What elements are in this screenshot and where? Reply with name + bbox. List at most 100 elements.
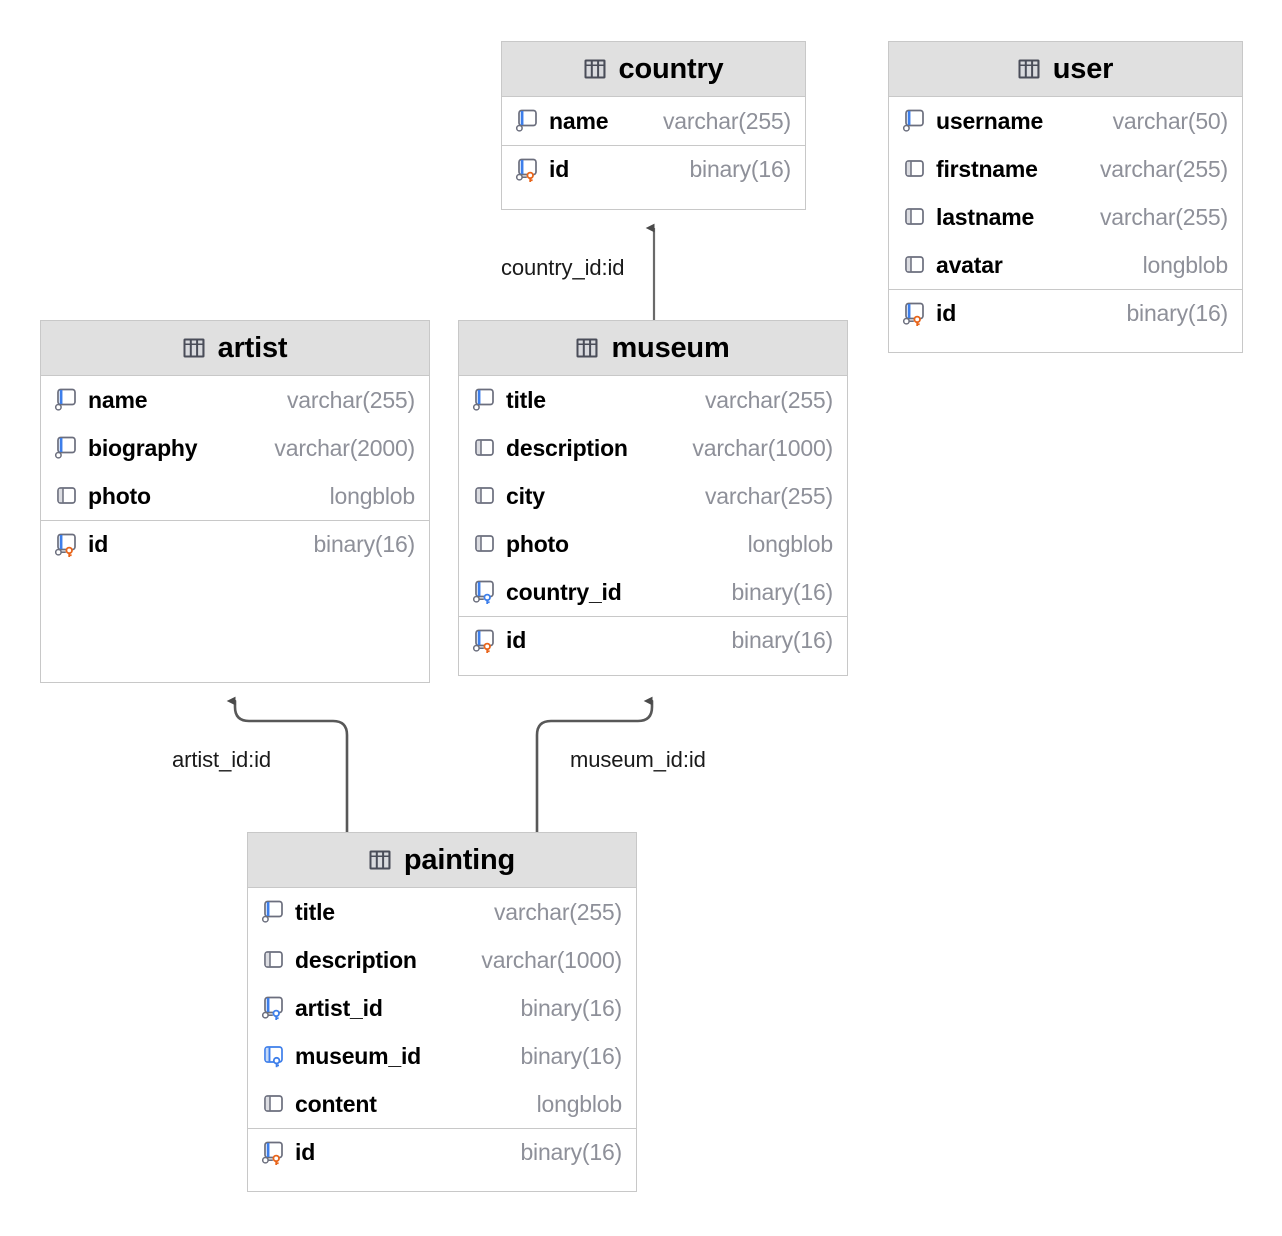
table-icon <box>1018 59 1040 79</box>
table-row[interactable]: firstname varchar(255) <box>889 145 1242 193</box>
column-type: binary(16) <box>731 578 833 605</box>
column-name: country_id <box>506 578 622 605</box>
table-row[interactable]: museum_id binary(16) <box>248 1032 636 1080</box>
table-row[interactable]: content longblob <box>248 1080 636 1128</box>
table-node-museum[interactable]: museum title varchar(255) description va… <box>458 320 848 676</box>
table-row[interactable]: title varchar(255) <box>459 376 847 424</box>
table-body-artist: name varchar(255) biography varchar(2000… <box>41 376 429 682</box>
table-row[interactable]: name varchar(255) <box>41 376 429 424</box>
column-name: artist_id <box>295 994 383 1021</box>
column-name: photo <box>506 530 569 557</box>
column-type: binary(16) <box>1126 300 1228 326</box>
er-diagram-canvas: country_id:id artist_id:id museum_id:id … <box>0 0 1282 1236</box>
table-icon <box>584 59 606 79</box>
table-header-artist[interactable]: artist <box>41 321 429 376</box>
table-row[interactable]: biography varchar(2000) <box>41 424 429 472</box>
column-type: longblob <box>747 530 834 557</box>
column-type: varchar(255) <box>705 386 833 413</box>
table-header-museum[interactable]: museum <box>459 321 847 376</box>
table-header-painting[interactable]: painting <box>248 833 636 888</box>
table-row[interactable]: title varchar(255) <box>248 888 636 936</box>
column-plain-icon <box>475 487 494 504</box>
table-row[interactable]: username varchar(50) <box>889 97 1242 145</box>
table-row[interactable]: avatar longblob <box>889 241 1242 289</box>
column-name: title <box>295 898 335 925</box>
edge-label-museum-id: museum_id:id <box>570 747 706 772</box>
table-row[interactable]: lastname varchar(255) <box>889 193 1242 241</box>
table-title: painting <box>403 843 516 876</box>
column-indexed-icon <box>472 388 494 411</box>
table-row[interactable]: id binary(16) <box>248 1128 636 1176</box>
table-row[interactable]: name varchar(255) <box>502 97 805 145</box>
column-type: binary(16) <box>689 156 791 182</box>
edge-label-artist-id: artist_id:id <box>172 747 272 772</box>
column-type: varchar(255) <box>663 107 791 134</box>
table-header-country[interactable]: country <box>502 42 805 97</box>
column-primary-key-icon <box>902 302 924 326</box>
table-row[interactable]: id binary(16) <box>41 520 429 568</box>
column-plain-icon <box>264 1095 283 1112</box>
table-body-painting: title varchar(255) description varchar(1… <box>248 888 636 1176</box>
column-type: longblob <box>329 482 416 509</box>
column-name: museum_id <box>295 1042 422 1069</box>
column-primary-key-icon <box>54 533 76 557</box>
column-plain-icon <box>475 439 494 456</box>
column-name: id <box>936 300 957 326</box>
table-row[interactable]: id binary(16) <box>459 616 847 664</box>
column-name: description <box>506 434 628 461</box>
column-type: varchar(1000) <box>481 946 622 973</box>
table-row[interactable]: description varchar(1000) <box>248 936 636 984</box>
column-name: content <box>295 1090 377 1117</box>
table-row[interactable]: id binary(16) <box>502 145 805 193</box>
column-type: binary(16) <box>520 1042 622 1069</box>
column-primary-key-icon <box>472 629 494 653</box>
column-name: photo <box>88 482 151 509</box>
table-row[interactable]: artist_id binary(16) <box>248 984 636 1032</box>
table-row[interactable]: city varchar(255) <box>459 472 847 520</box>
table-row[interactable]: country_id binary(16) <box>459 568 847 616</box>
table-node-artist[interactable]: artist name varchar(255) biography varch… <box>40 320 430 683</box>
column-name: name <box>88 386 148 413</box>
column-name: firstname <box>936 155 1038 182</box>
column-indexed-icon <box>902 109 924 132</box>
column-indexed-icon <box>54 388 76 411</box>
column-type: varchar(2000) <box>274 434 415 461</box>
column-type: binary(16) <box>731 627 833 653</box>
table-row[interactable]: photo longblob <box>41 472 429 520</box>
table-icon <box>576 338 598 358</box>
column-type: binary(16) <box>520 994 622 1021</box>
column-type: varchar(50) <box>1112 107 1229 134</box>
column-name: id <box>506 627 527 653</box>
column-type: binary(16) <box>520 1139 622 1165</box>
table-title: user <box>1052 52 1114 85</box>
table-row[interactable]: photo longblob <box>459 520 847 568</box>
table-icon <box>183 338 205 358</box>
column-name: description <box>295 946 417 973</box>
edge-label-country-id: country_id:id <box>501 255 625 280</box>
table-row[interactable]: id binary(16) <box>889 289 1242 337</box>
column-type: varchar(1000) <box>692 434 833 461</box>
column-name: id <box>295 1139 316 1165</box>
column-plain-icon <box>57 487 76 504</box>
table-title: museum <box>611 331 730 364</box>
column-plain-icon <box>475 535 494 552</box>
column-type: varchar(255) <box>494 898 622 925</box>
table-body-country: name varchar(255) id binary(16) <box>502 97 805 193</box>
table-node-user[interactable]: user username varchar(50) firstname varc… <box>888 41 1243 353</box>
table-row[interactable]: description varchar(1000) <box>459 424 847 472</box>
column-foreign-key-icon <box>264 1046 283 1068</box>
column-plain-icon <box>905 256 924 273</box>
column-plain-icon <box>264 951 283 968</box>
column-type: varchar(255) <box>705 482 833 509</box>
table-body-museum: title varchar(255) description varchar(1… <box>459 376 847 664</box>
column-foreign-key-indexed-icon <box>472 580 494 604</box>
column-name: name <box>549 107 609 134</box>
table-node-painting[interactable]: painting title varchar(255) description <box>247 832 637 1192</box>
table-empty-space <box>41 568 429 682</box>
column-name: avatar <box>936 251 1003 278</box>
column-name: id <box>549 156 570 182</box>
table-header-user[interactable]: user <box>889 42 1242 97</box>
column-name: lastname <box>936 203 1035 230</box>
table-node-country[interactable]: country name varchar(255) id binary(16) <box>501 41 806 210</box>
table-title: artist <box>217 331 288 364</box>
